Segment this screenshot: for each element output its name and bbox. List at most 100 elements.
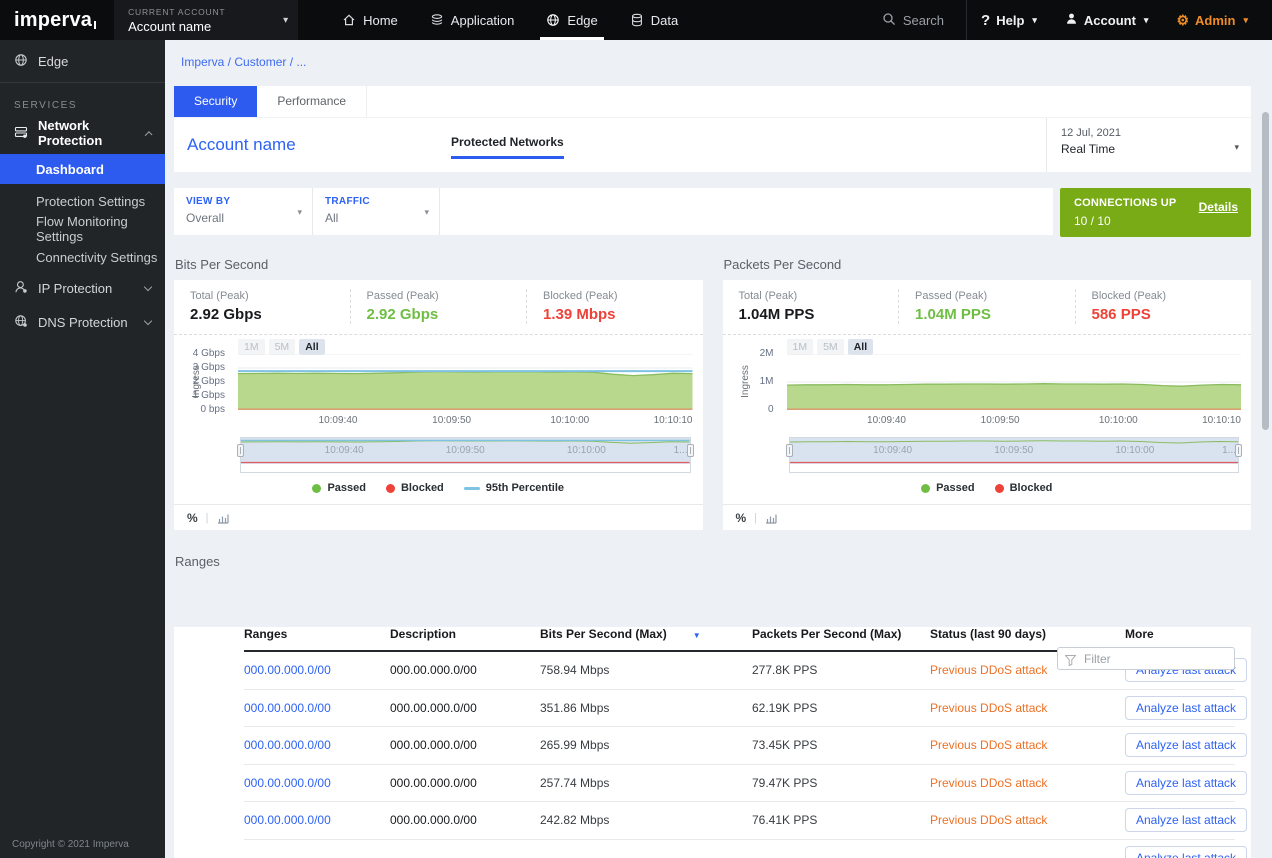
description-cell: 000.00.000.0/00	[390, 701, 540, 715]
nav-item-edge[interactable]: Edge	[530, 0, 613, 40]
sidebar-item-edge[interactable]: Edge	[0, 40, 165, 82]
scrubber-handle-left[interactable]	[786, 444, 793, 457]
status-link[interactable]: Previous DDoS attack	[930, 776, 1125, 790]
admin-menu[interactable]: ⚙ Admin ▾	[1162, 0, 1262, 40]
imperva-logo[interactable]: imperva	[0, 0, 114, 40]
y-axis-tick-label: 3 Gbps	[193, 363, 225, 373]
column-header-status[interactable]: Status (last 90 days)	[930, 627, 1125, 641]
range-link[interactable]: 000.00.000.0/00	[244, 813, 390, 827]
legend-item-95th-percentile[interactable]: 95th Percentile	[464, 482, 564, 494]
sidebar-group-dns-protection[interactable]: DNS Protection	[0, 305, 165, 339]
chart-scrubber[interactable]: 10:09:4010:09:5010:10:001...	[240, 437, 691, 473]
current-account-value: Account name	[128, 19, 225, 34]
description-cell: 000.00.000.0/00	[390, 813, 540, 827]
range-link[interactable]: 000.00.000.0/00	[244, 776, 390, 790]
chart-scrubber[interactable]: 10:09:4010:09:5010:10:001...	[789, 437, 1240, 473]
bps-cell: 242.82 Mbps	[540, 813, 752, 827]
bar-chart-toggle-icon[interactable]	[765, 512, 777, 524]
x-axis-tick-label: 10:10:00	[1099, 415, 1138, 426]
scrubber-tick-label: 10:10:00	[1115, 445, 1154, 456]
range-link[interactable]: 000.00.000.0/00	[244, 701, 390, 715]
bar-chart-toggle-icon[interactable]	[217, 512, 229, 524]
range-button-1m[interactable]: 1M	[238, 339, 265, 355]
column-header-pps[interactable]: Packets Per Second (Max)	[752, 627, 930, 641]
range-button-all[interactable]: All	[299, 339, 324, 355]
globe-icon	[546, 13, 560, 27]
sidebar-group-label: IP Protection	[38, 281, 112, 296]
analyze-last-attack-button[interactable]: Analyze last attack	[1125, 771, 1247, 795]
range-link[interactable]: 000.00.000.0/00	[244, 738, 390, 752]
chevron-down-icon: ▾	[424, 207, 429, 218]
stat-label: Blocked (Peak)	[1092, 290, 1236, 302]
range-button-5m[interactable]: 5M	[269, 339, 296, 355]
breadcrumb[interactable]: Imperva / Customer / ...	[165, 40, 1272, 86]
legend-item-passed[interactable]: Passed	[921, 482, 975, 494]
column-header-ranges[interactable]: Ranges	[244, 627, 390, 641]
status-link[interactable]: Previous DDoS attack	[930, 738, 1125, 752]
range-button-5m[interactable]: 5M	[817, 339, 844, 355]
search-label: Search	[903, 13, 944, 28]
column-header-bps[interactable]: Bits Per Second (Max)▼	[540, 627, 752, 641]
nav-item-home[interactable]: Home	[326, 0, 414, 40]
description-cell: 000.00.000.0/00	[390, 776, 540, 790]
legend-label: 95th Percentile	[486, 482, 564, 494]
sort-descending-icon[interactable]: ▼	[693, 631, 701, 640]
column-header-description[interactable]: Description	[390, 627, 540, 641]
range-link[interactable]: 000.00.000.0/00	[244, 663, 390, 677]
sidebar-group-network-protection[interactable]: Network Protection	[0, 115, 165, 151]
sidebar-item-flow-monitoring-settings[interactable]: Flow Monitoring Settings	[0, 215, 165, 243]
connections-details-link[interactable]: Details	[1199, 200, 1238, 214]
status-link[interactable]: Previous DDoS attack	[930, 701, 1125, 715]
help-menu[interactable]: ? Help ▾	[967, 0, 1051, 40]
analyze-last-attack-button[interactable]: Analyze last attack	[1125, 846, 1247, 858]
tab-security[interactable]: Security	[174, 86, 257, 117]
sidebar-item-connectivity-settings[interactable]: Connectivity Settings	[0, 243, 165, 271]
nav-item-data[interactable]: Data	[614, 0, 694, 40]
time-range-selector[interactable]: 12 Jul, 2021 Real Time ▾	[1046, 118, 1251, 172]
bps-cell: 265.99 Mbps	[540, 738, 752, 752]
x-axis-tick-label: 10:09:40	[319, 415, 358, 426]
range-button-1m[interactable]: 1M	[787, 339, 814, 355]
nav-item-application[interactable]: Application	[414, 0, 531, 40]
bps-cell: 257.74 Mbps	[540, 776, 752, 790]
connections-up-value: 10 / 10	[1074, 214, 1237, 228]
analyze-last-attack-button[interactable]: Analyze last attack	[1125, 733, 1247, 757]
y-axis-tick-label: 0 bps	[201, 405, 225, 415]
gear-icon: ⚙	[1176, 13, 1189, 27]
scrubber-selection[interactable]: 10:09:4010:09:5010:10:001...	[241, 438, 690, 464]
scrubber-handle-right[interactable]	[1235, 444, 1242, 457]
charts-row: Bits Per Second Total (Peak) 2.92 Gbps P…	[174, 257, 1251, 530]
vertical-scrollbar-thumb[interactable]	[1262, 112, 1269, 430]
sidebar-item-protection-settings[interactable]: Protection Settings	[0, 187, 165, 215]
traffic-value: All	[325, 211, 427, 225]
legend-item-passed[interactable]: Passed	[312, 482, 366, 494]
search-button[interactable]: Search	[860, 0, 966, 40]
help-icon: ?	[981, 12, 990, 29]
range-button-all[interactable]: All	[848, 339, 873, 355]
scrubber-selection[interactable]: 10:09:4010:09:5010:10:001...	[790, 438, 1239, 464]
stat-value: 1.04M PPS	[915, 306, 1059, 323]
legend-item-blocked[interactable]: Blocked	[995, 482, 1053, 494]
account-menu[interactable]: Account ▾	[1051, 0, 1163, 40]
subtab-protected-networks[interactable]: Protected Networks	[451, 135, 564, 159]
percent-toggle-icon[interactable]: %	[736, 511, 747, 525]
analyze-last-attack-button[interactable]: Analyze last attack	[1125, 696, 1247, 720]
status-link[interactable]: Previous DDoS attack	[930, 813, 1125, 827]
view-by-select[interactable]: VIEW BY Overall ▾	[174, 188, 313, 235]
filter-input[interactable]	[1057, 647, 1235, 670]
sidebar-item-dashboard[interactable]: Dashboard	[0, 154, 165, 184]
analyze-last-attack-button[interactable]: Analyze last attack	[1125, 808, 1247, 832]
scrubber-handle-left[interactable]	[237, 444, 244, 457]
chevron-down-icon: ▾	[1234, 142, 1239, 153]
stat-value: 586 PPS	[1092, 306, 1236, 323]
current-account-selector[interactable]: CURRENT ACCOUNT Account name ▾	[114, 0, 298, 40]
table-row: 000.00.000.0/00000.00.000.0/00351.86 Mbp…	[244, 690, 1235, 728]
traffic-select[interactable]: TRAFFIC All ▾	[313, 188, 440, 235]
tab-performance[interactable]: Performance	[257, 86, 367, 117]
legend-item-blocked[interactable]: Blocked	[386, 482, 444, 494]
sidebar-group-ip-protection[interactable]: IP Protection	[0, 271, 165, 305]
scrubber-handle-right[interactable]	[687, 444, 694, 457]
percent-toggle-icon[interactable]: %	[187, 511, 198, 525]
y-axis-tick-label: 2M	[760, 349, 774, 359]
legend-dot-swatch	[312, 484, 321, 493]
